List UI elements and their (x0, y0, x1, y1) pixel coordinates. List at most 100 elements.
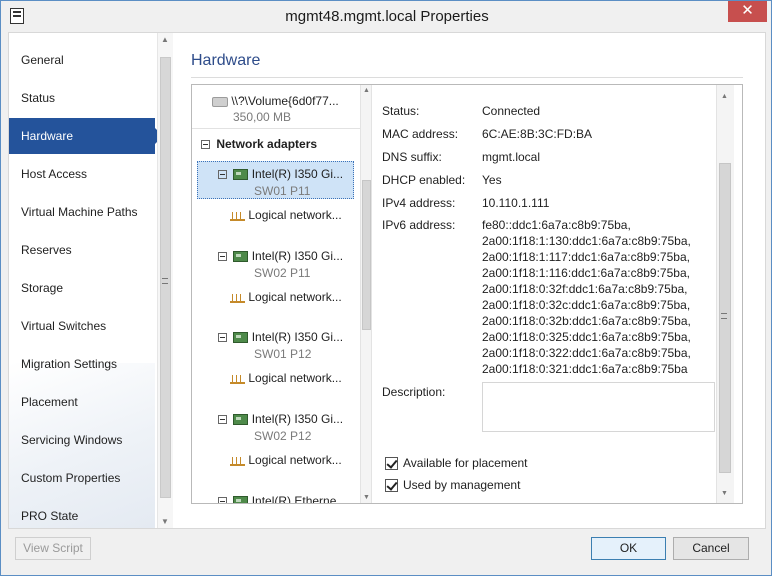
logical-network-icon (230, 373, 245, 385)
used-by-management-checkbox[interactable] (385, 479, 398, 492)
view-script-button[interactable]: View Script (15, 537, 91, 560)
tree-item-logical-network[interactable]: Logical network... (230, 371, 342, 385)
tree-item-adapter[interactable]: Intel(R) I350 Gi... (218, 330, 343, 344)
logical-network-icon (230, 210, 245, 222)
dns-suffix-label: DNS suffix: (382, 150, 442, 164)
scroll-grip-icon (162, 278, 168, 284)
nav-item-virtual-machine-paths[interactable]: Virtual Machine Paths (9, 194, 155, 230)
tree-item-logical-network[interactable]: Logical network... (230, 453, 342, 467)
scroll-up-arrow-icon[interactable]: ▲ (721, 93, 728, 100)
network-adapter-icon (233, 496, 249, 503)
tree-item-logical-network[interactable]: Logical network... (230, 290, 342, 304)
logical-network-label: Logical network... (248, 208, 342, 222)
nav-item-placement[interactable]: Placement (9, 384, 155, 420)
tree-item-adapter[interactable]: Intel(R) Etherne... (218, 494, 346, 503)
adapter-port: SW02 P12 (254, 429, 312, 443)
mac-address-label: MAC address: (382, 127, 459, 141)
network-adapter-icon (233, 251, 249, 263)
nav-item-servicing-windows[interactable]: Servicing Windows (9, 422, 155, 458)
collapse-icon[interactable] (218, 333, 227, 343)
logical-network-label: Logical network... (248, 290, 342, 304)
ipv6-address-value: 2a00:1f18:0:32b:ddc1:6a7a:c8b9:75ba, (482, 314, 691, 328)
scroll-up-arrow-icon[interactable]: ▲ (363, 87, 370, 94)
ipv6-address-value: 2a00:1f18:0:325:ddc1:6a7a:c8b9:75ba, (482, 330, 691, 344)
nav-item-storage[interactable]: Storage (9, 270, 155, 306)
logical-network-label: Logical network... (248, 453, 342, 467)
scroll-down-arrow-icon[interactable]: ▼ (721, 490, 728, 497)
description-label: Description: (382, 385, 446, 399)
nav-item-host-access[interactable]: Host Access (9, 156, 155, 192)
properties-window: mgmt48.mgmt.local Properties ✕ General S… (0, 0, 772, 576)
title-divider (191, 77, 743, 78)
tree-item-adapter[interactable]: Intel(R) I350 Gi... (218, 412, 343, 426)
hardware-tree[interactable]: \\?\Volume{6d0f77... 350,00 MB Network a… (192, 85, 360, 503)
adapter-name: Intel(R) I350 Gi... (251, 249, 344, 263)
ipv6-address-value: fe80::ddc1:6a7a:c8b9:75ba, (482, 218, 631, 232)
nav-item-hardware[interactable]: Hardware (9, 118, 163, 154)
logical-network-icon (230, 455, 245, 467)
available-for-placement-checkbox[interactable] (385, 457, 398, 470)
logical-network-icon (230, 292, 245, 304)
close-button[interactable]: ✕ (728, 1, 767, 22)
adapter-port: SW02 P11 (254, 266, 311, 280)
adapter-port: SW01 P12 (254, 347, 312, 361)
used-by-management-label[interactable]: Used by management (403, 478, 520, 492)
scroll-down-arrow-icon[interactable]: ▼ (363, 494, 370, 501)
cancel-button[interactable]: Cancel (673, 537, 749, 560)
tree-divider (192, 128, 360, 129)
nav-item-pro-state[interactable]: PRO State (9, 498, 155, 534)
adapter-details: Status: Connected MAC address: 6C:AE:8B:… (373, 85, 742, 503)
adapter-name: Intel(R) I350 Gi... (251, 412, 344, 426)
available-for-placement-label[interactable]: Available for placement (403, 456, 528, 470)
tree-item-adapter[interactable]: Intel(R) I350 Gi... (218, 167, 343, 181)
ipv6-address-value: 2a00:1f18:1:130:ddc1:6a7a:c8b9:75ba, (482, 234, 691, 248)
main-panel: Hardware \\?\Volume{6d0f77... 350,00 MB … (173, 33, 765, 528)
collapse-icon[interactable] (218, 415, 227, 425)
tree-item-logical-network[interactable]: Logical network... (230, 208, 342, 222)
ipv6-address-value: 2a00:1f18:0:32c:ddc1:6a7a:c8b9:75ba, (482, 298, 691, 312)
title-bar: mgmt48.mgmt.local Properties ✕ (1, 1, 771, 32)
disk-icon (212, 96, 228, 107)
nav-item-migration-settings[interactable]: Migration Settings (9, 346, 155, 382)
description-field[interactable] (482, 382, 715, 432)
mac-address-value: 6C:AE:8B:3C:FD:BA (482, 127, 593, 141)
ok-button[interactable]: OK (591, 537, 666, 560)
nav-item-custom-properties[interactable]: Custom Properties (9, 460, 155, 496)
dns-suffix-value: mgmt.local (482, 150, 541, 164)
status-label: Status: (382, 104, 420, 118)
network-adapter-icon (233, 332, 249, 344)
tree-item-adapter[interactable]: Intel(R) I350 Gi... (218, 249, 343, 263)
ipv6-address-value: 2a00:1f18:1:117:ddc1:6a7a:c8b9:75ba, (482, 250, 690, 264)
nav-item-general[interactable]: General (9, 42, 155, 78)
adapter-name: Intel(R) I350 Gi... (251, 167, 344, 181)
tree-scroll-thumb[interactable] (362, 180, 371, 330)
dhcp-enabled-value: Yes (482, 173, 502, 187)
nav-item-reserves[interactable]: Reserves (9, 232, 155, 268)
collapse-icon[interactable] (218, 170, 227, 180)
collapse-icon[interactable] (218, 497, 227, 503)
group-label: Network adapters (216, 137, 318, 151)
collapse-icon[interactable] (218, 252, 227, 262)
adapter-port: SW01 P11 (254, 184, 311, 198)
ipv4-address-value: 10.110.1.111 (482, 196, 550, 210)
nav-scrollbar[interactable]: ▲ ▼ (157, 33, 173, 528)
nav-item-virtual-switches[interactable]: Virtual Switches (9, 308, 155, 344)
page-title: Hardware (191, 52, 261, 69)
scroll-down-arrow-icon[interactable]: ▼ (161, 517, 169, 526)
tree-group-network-adapters[interactable]: Network adapters (201, 137, 317, 151)
ipv6-address-label: IPv6 address: (382, 218, 456, 232)
settings-nav: General Status Hardware Host Access Virt… (9, 33, 173, 528)
details-scrollbar[interactable]: ▲ ▼ (716, 85, 734, 503)
hardware-panel: \\?\Volume{6d0f77... 350,00 MB Network a… (191, 84, 743, 504)
tree-item-volume[interactable]: \\?\Volume{6d0f77... (212, 94, 339, 108)
scroll-up-arrow-icon[interactable]: ▲ (161, 35, 169, 44)
collapse-icon[interactable] (201, 140, 210, 150)
nav-item-status[interactable]: Status (9, 80, 155, 116)
scroll-grip-icon (721, 313, 727, 319)
ipv4-address-label: IPv4 address: (382, 196, 456, 210)
ipv6-address-value: 2a00:1f18:0:322:ddc1:6a7a:c8b9:75ba, (482, 346, 691, 360)
tree-scrollbar[interactable]: ▲ ▼ (360, 85, 372, 503)
adapter-name: Intel(R) I350 Gi... (251, 330, 344, 344)
status-value: Connected (482, 104, 541, 118)
window-title: mgmt48.mgmt.local Properties (285, 8, 489, 25)
